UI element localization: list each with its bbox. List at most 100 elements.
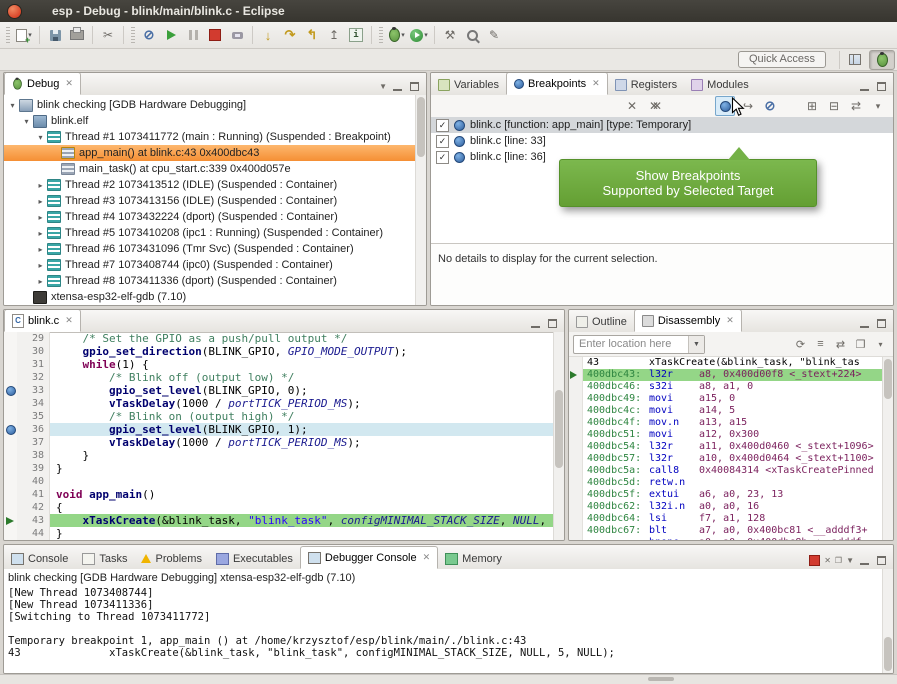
chevron-down-icon[interactable] <box>401 31 405 39</box>
view-menu-icon[interactable] <box>846 556 854 565</box>
editor-annotation-ruler[interactable] <box>4 397 17 410</box>
disassembly-row[interactable]: 400dbc5a:call80x40084314 <xTaskCreatePin… <box>569 465 883 477</box>
editor-line[interactable]: 44} <box>4 527 554 540</box>
tab-executables[interactable]: Executables <box>209 548 300 569</box>
expand-arrow-icon[interactable] <box>35 229 46 238</box>
expand-arrow-icon[interactable] <box>35 277 46 286</box>
checkbox-checked-icon[interactable] <box>436 151 449 164</box>
editor-line[interactable]: 43 xTaskCreate(&blink_task, "blink_task"… <box>4 514 554 527</box>
disassembly-row[interactable]: 400dbc5f:extuia6, a0, 23, 13 <box>569 489 883 501</box>
step-into-button[interactable] <box>258 25 278 45</box>
debug-tree-item[interactable]: Thread #6 1073431096 (Tmr Svc) (Suspende… <box>4 241 416 257</box>
debug-button[interactable] <box>387 25 407 45</box>
tab-disassembly[interactable]: Disassembly <box>634 309 742 332</box>
editor-annotation-ruler[interactable] <box>4 345 17 358</box>
editor-annotation-ruler[interactable] <box>4 332 17 345</box>
disconnect-button[interactable] <box>227 25 247 45</box>
debug-perspective-button[interactable] <box>869 50 895 70</box>
disassembly-row[interactable]: 400dbc57:l32ra10, 0x400d0464 <_stext+110… <box>569 453 883 465</box>
debug-tree-item[interactable]: blink.elf <box>4 113 416 129</box>
drop-to-frame-button[interactable] <box>324 25 344 45</box>
scrollbar-thumb[interactable] <box>417 97 425 157</box>
close-icon[interactable] <box>65 78 73 89</box>
minimize-icon[interactable] <box>858 555 871 566</box>
debug-tree-item[interactable]: Thread #2 1073413512 (IDLE) (Suspended :… <box>4 177 416 193</box>
debug-tree-item[interactable]: Thread #7 1073408744 (ipc0) (Suspended :… <box>4 257 416 273</box>
minimize-icon[interactable] <box>529 318 542 329</box>
debug-tree-item[interactable]: app_main() at blink.c:43 0x400dbc43 <box>4 145 416 161</box>
debug-tree-item[interactable]: blink checking [GDB Hardware Debugging] <box>4 97 416 113</box>
disassembly-row[interactable]: 400dbc46:s32ia8, a1, 0 <box>569 381 883 393</box>
tab-debugger-console[interactable]: Debugger Console <box>300 546 438 569</box>
expand-arrow-icon[interactable] <box>35 245 46 254</box>
expand-arrow-icon[interactable] <box>35 197 46 206</box>
expand-arrow-icon[interactable] <box>35 133 46 142</box>
step-return-button[interactable] <box>302 25 322 45</box>
resume-button[interactable] <box>161 25 181 45</box>
editor-line[interactable]: 38 } <box>4 449 554 462</box>
tab-tasks[interactable]: Tasks <box>75 548 134 569</box>
disassembly-row[interactable]: 400dbc62:l32i.na0, a0, 16 <box>569 501 883 513</box>
print-button[interactable] <box>67 25 87 45</box>
scrollbar-thumb[interactable] <box>884 637 892 671</box>
maximize-icon[interactable] <box>875 555 888 566</box>
remove-launch-icon[interactable] <box>824 556 831 565</box>
maximize-icon[interactable] <box>875 81 888 92</box>
editor-scrollbar[interactable] <box>553 332 564 540</box>
minimize-icon[interactable] <box>391 81 404 92</box>
editor-line[interactable]: 30 gpio_set_direction(BLINK_GPIO, GPIO_M… <box>4 345 554 358</box>
copy-icon[interactable] <box>852 336 869 353</box>
remove-all-breakpoints-icon[interactable] <box>645 97 663 115</box>
build-button[interactable] <box>440 25 460 45</box>
expand-arrow-icon[interactable] <box>21 117 32 126</box>
editor-annotation-ruler[interactable] <box>4 384 17 397</box>
tab-memory[interactable]: Memory <box>438 548 509 569</box>
collapse-all-icon[interactable] <box>825 97 843 115</box>
chevron-down-icon[interactable] <box>688 336 704 353</box>
editor-line[interactable]: 37 vTaskDelay(1000 / portTICK_PERIOD_MS)… <box>4 436 554 449</box>
tab-variables[interactable]: Variables <box>431 74 506 95</box>
editor-annotation-ruler[interactable] <box>4 501 17 514</box>
tab-modules[interactable]: Modules <box>684 74 756 95</box>
disassembly-row[interactable]: bnonea0, a0, 0x400dbc8b <__adddf <box>569 537 883 540</box>
view-menu-icon[interactable] <box>869 97 887 115</box>
code-editor[interactable]: 29 /* Set the GPIO as a push/pull output… <box>4 332 554 540</box>
debug-tree-item[interactable]: Thread #5 1073410208 (ipc1 : Running) (S… <box>4 225 416 241</box>
debug-tree-item[interactable]: main_task() at cpu_start.c:339 0x400d057… <box>4 161 416 177</box>
tab-outline[interactable]: Outline <box>569 311 634 332</box>
link-with-debug-icon[interactable] <box>847 97 865 115</box>
close-icon[interactable] <box>423 552 431 563</box>
disassembly-row[interactable]: 400dbc54:l32ra11, 0x400d0460 <_stext+109… <box>569 441 883 453</box>
tab-problems[interactable]: Problems <box>134 548 208 569</box>
debug-tree-item[interactable]: Thread #1 1073411772 (main : Running) (S… <box>4 129 416 145</box>
editor-line[interactable]: 29 /* Set the GPIO as a push/pull output… <box>4 332 554 345</box>
suspend-button[interactable] <box>183 25 203 45</box>
disassembly-listing[interactable]: 43xTaskCreate(&blink_task, "blink_tas400… <box>569 357 883 540</box>
instruction-stepping-button[interactable]: i <box>346 25 366 45</box>
editor-annotation-ruler[interactable] <box>4 410 17 423</box>
location-input[interactable]: Enter location here <box>574 338 688 350</box>
minimize-icon[interactable] <box>858 318 871 329</box>
window-close-button[interactable] <box>7 4 22 19</box>
breakpoint-row[interactable]: blink.c [function: app_main] [type: Temp… <box>431 117 893 133</box>
editor-line[interactable]: 40 <box>4 475 554 488</box>
editor-line[interactable]: 41void app_main() <box>4 488 554 501</box>
disassembly-scrollbar[interactable] <box>882 357 893 540</box>
editor-line[interactable]: 42{ <box>4 501 554 514</box>
console-scrollbar[interactable] <box>882 569 893 673</box>
refresh-icon[interactable] <box>792 336 809 353</box>
editor-annotation-ruler[interactable] <box>4 358 17 371</box>
editor-annotation-ruler[interactable] <box>4 371 17 384</box>
debug-tree-item[interactable]: Thread #8 1073411336 (dport) (Suspended … <box>4 273 416 289</box>
editor-line[interactable]: 36 gpio_set_level(BLINK_GPIO, 1); <box>4 423 554 436</box>
terminate-icon[interactable] <box>809 555 820 566</box>
close-icon[interactable] <box>726 315 734 326</box>
debug-tree-item[interactable]: Thread #3 1073413156 (IDLE) (Suspended :… <box>4 193 416 209</box>
editor-annotation-ruler[interactable] <box>4 475 17 488</box>
console-output[interactable]: blink checking [GDB Hardware Debugging] … <box>4 569 883 673</box>
checkbox-checked-icon[interactable] <box>436 135 449 148</box>
save-button[interactable] <box>45 25 65 45</box>
expand-all-icon[interactable] <box>803 97 821 115</box>
editor-annotation-ruler[interactable] <box>4 436 17 449</box>
open-perspective-button[interactable] <box>843 51 867 69</box>
